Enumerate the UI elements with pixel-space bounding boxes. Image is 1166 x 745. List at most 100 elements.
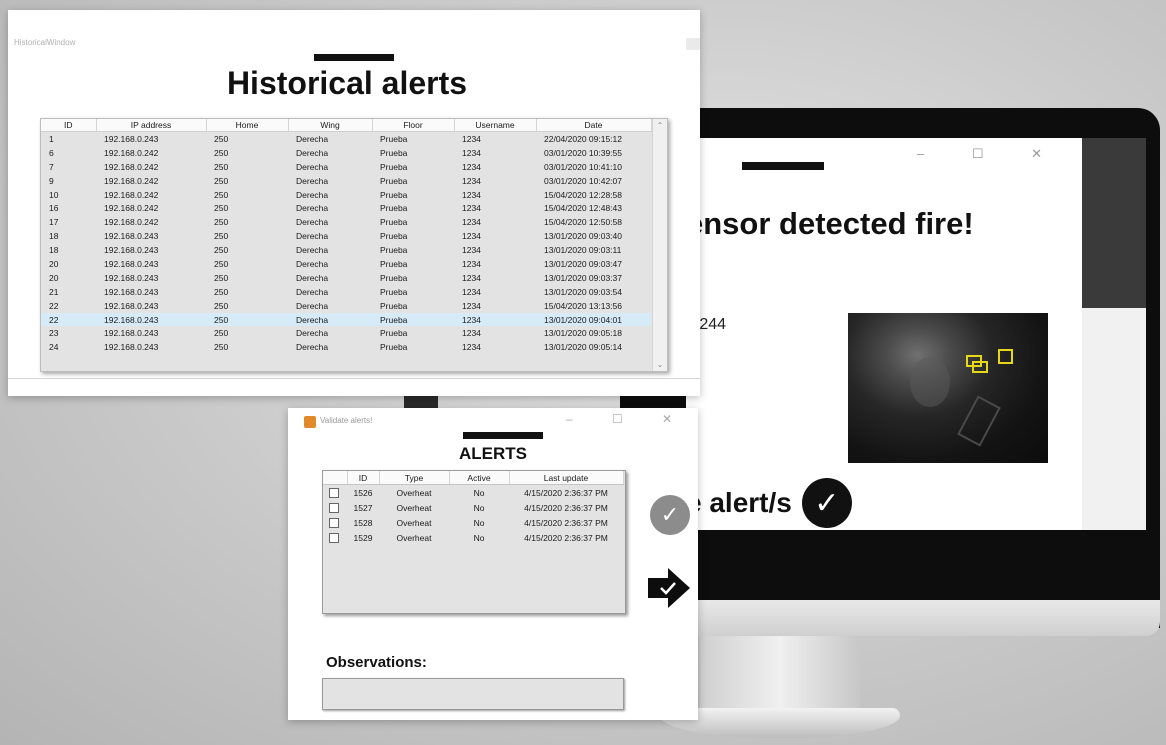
arrow-check-icon[interactable] <box>648 568 690 608</box>
table-cell: 4/15/2020 2:36:37 PM <box>524 502 608 513</box>
table-row[interactable]: 1526 Overheat No 4/15/2020 2:36:37 PM <box>323 485 623 501</box>
table-cell: Prueba <box>380 133 408 144</box>
table-cell: 192.168.0.243 <box>104 328 159 339</box>
table-cell: 192.168.0.243 <box>104 133 159 144</box>
table-cell: Prueba <box>380 175 408 186</box>
column-header[interactable]: Active <box>449 471 510 485</box>
table-cell: 1234 <box>462 217 481 228</box>
column-header[interactable] <box>323 471 348 485</box>
window-controls[interactable]: – ☐ ✕ <box>917 146 1064 162</box>
column-header[interactable]: Last update <box>509 471 624 485</box>
column-header[interactable]: ID <box>347 471 380 485</box>
table-cell: No <box>473 487 485 498</box>
table-cell: 13/01/2020 09:03:40 <box>544 231 622 242</box>
table-cell: 192.168.0.242 <box>104 161 159 172</box>
table-row[interactable]: 22 192.168.0.243 250 Derecha Prueba 1234 13/01… <box>41 312 651 327</box>
table-cell: 20 <box>49 258 59 269</box>
table-row[interactable]: 24 192.168.0.243 250 Derecha Prueba 1234 13/01… <box>41 340 651 354</box>
table-row[interactable]: 18 192.168.0.243 250 Derecha Prueba 1234 13/01… <box>41 229 651 243</box>
table-row[interactable]: 1528 Overheat No 4/15/2020 2:36:37 PM <box>323 515 623 530</box>
row-checkbox[interactable] <box>323 515 347 530</box>
table-row[interactable]: 1527 Overheat No 4/15/2020 2:36:37 PM <box>323 500 623 515</box>
table-row[interactable]: 17 192.168.0.242 250 Derecha Prueba 1234 15/04… <box>41 215 651 229</box>
table-cell: 6 <box>49 147 54 158</box>
column-header[interactable]: ID <box>41 119 97 132</box>
table-cell: Derecha <box>296 217 329 228</box>
table-row[interactable]: 1529 Overheat No 4/15/2020 2:36:37 PM <box>323 530 623 545</box>
checkbox[interactable] <box>329 517 339 528</box>
table-cell: 250 <box>214 217 229 228</box>
row-checkbox[interactable] <box>323 500 347 515</box>
screen-background <box>1078 138 1146 530</box>
table-cell: Overheat <box>396 517 432 528</box>
table-cell: 9 <box>49 175 54 186</box>
check-circle-icon[interactable]: ✓ <box>801 478 852 528</box>
table-cell: 192.168.0.242 <box>104 217 159 228</box>
column-header[interactable]: Wing <box>288 119 373 132</box>
row-checkbox[interactable] <box>323 530 347 545</box>
vertical-scrollbar[interactable]: ⌃ ⌄ <box>652 119 667 371</box>
table-cell: Derecha <box>296 161 329 172</box>
column-header[interactable]: Type <box>379 471 450 485</box>
table-row[interactable]: 7 192.168.0.242 250 Derecha Prueba 1234 03/01/… <box>41 160 651 174</box>
scroll-down-icon[interactable]: ⌄ <box>653 360 667 369</box>
checkbox[interactable] <box>329 502 339 513</box>
table-cell: Derecha <box>296 300 329 311</box>
table-cell: Derecha <box>296 189 329 200</box>
table-cell: 15/04/2020 12:50:58 <box>544 217 622 228</box>
window-button[interactable] <box>686 38 700 50</box>
table-cell: 1234 <box>462 133 481 144</box>
table-cell: 250 <box>214 300 229 311</box>
table-row[interactable]: 21 192.168.0.243 250 Derecha Prueba 1234 13/01… <box>41 285 651 299</box>
table-cell: 192.168.0.243 <box>104 231 159 242</box>
table-cell: Overheat <box>396 502 432 513</box>
row-checkbox[interactable] <box>323 485 347 501</box>
observations-label: Observations: <box>326 654 427 671</box>
table-row[interactable]: 1 192.168.0.243 250 Derecha Prueba 1234 22/04/… <box>41 132 651 146</box>
check-circle-icon[interactable]: ✓ <box>650 495 690 535</box>
table-row[interactable]: 18 192.168.0.243 250 Derecha Prueba 1234 13/01… <box>41 243 651 257</box>
table-cell: 250 <box>214 175 229 186</box>
table-cell: 22 <box>49 300 59 311</box>
table-cell: Overheat <box>396 487 432 498</box>
column-header[interactable]: Floor <box>372 119 455 132</box>
table-cell: 10 <box>49 189 59 200</box>
table-cell: 1234 <box>462 328 481 339</box>
table-row[interactable]: 16 192.168.0.242 250 Derecha Prueba 1234 15/04… <box>41 201 651 215</box>
scroll-up-icon[interactable]: ⌃ <box>653 121 667 130</box>
table-cell: Prueba <box>380 300 408 311</box>
table-cell: Prueba <box>380 272 408 283</box>
table-cell: 250 <box>214 272 229 283</box>
table-cell: Prueba <box>380 189 408 200</box>
checkbox[interactable] <box>329 532 339 543</box>
table-cell: 1528 <box>353 517 373 528</box>
checkbox[interactable] <box>329 487 339 498</box>
table-row[interactable]: 20 192.168.0.243 250 Derecha Prueba 1234 13/01… <box>41 271 651 285</box>
table-cell: 1234 <box>462 175 481 186</box>
table-cell: 4/15/2020 2:36:37 PM <box>524 517 608 528</box>
observations-field[interactable] <box>322 678 624 710</box>
table-cell: Derecha <box>296 328 329 339</box>
column-header[interactable]: IP address <box>96 119 207 132</box>
window-controls[interactable]: – ☐ ✕ <box>566 412 690 426</box>
alerts-table[interactable]: ID Type Active Last update 1526 Overheat No 4/… <box>322 470 626 614</box>
historical-table[interactable]: ID IP address Home Wing Floor Username Date 11… <box>40 118 668 372</box>
column-header[interactable]: Username <box>454 119 537 132</box>
table-row[interactable]: 9 192.168.0.242 250 Derecha Prueba 1234 03/01/… <box>41 174 651 188</box>
table-cell: 1234 <box>462 286 481 297</box>
table-cell: 7 <box>49 161 54 172</box>
table-row[interactable]: 22 192.168.0.243 250 Derecha Prueba 1234 15/04… <box>41 299 651 313</box>
table-row[interactable]: 23 192.168.0.243 250 Derecha Prueba 1234 13/01… <box>41 326 651 340</box>
table-cell: 192.168.0.243 <box>104 300 159 311</box>
table-row[interactable]: 10 192.168.0.242 250 Derecha Prueba 1234 15/04… <box>41 188 651 202</box>
table-row[interactable]: 6 192.168.0.242 250 Derecha Prueba 1234 03/01/… <box>41 146 651 160</box>
table-cell: 13/01/2020 09:03:54 <box>544 286 622 297</box>
validate-alert-row: e alert/s ✓ <box>686 478 852 528</box>
column-header[interactable]: Home <box>206 119 289 132</box>
fire-alert-title: ensor detected fire! <box>686 206 974 241</box>
table-cell: 4/15/2020 2:36:37 PM <box>524 532 608 543</box>
table-cell: 16 <box>49 203 59 214</box>
table-cell: 03/01/2020 10:41:10 <box>544 161 622 172</box>
table-row[interactable]: 20 192.168.0.243 250 Derecha Prueba 1234 13/01… <box>41 257 651 271</box>
column-header[interactable]: Date <box>536 119 652 132</box>
